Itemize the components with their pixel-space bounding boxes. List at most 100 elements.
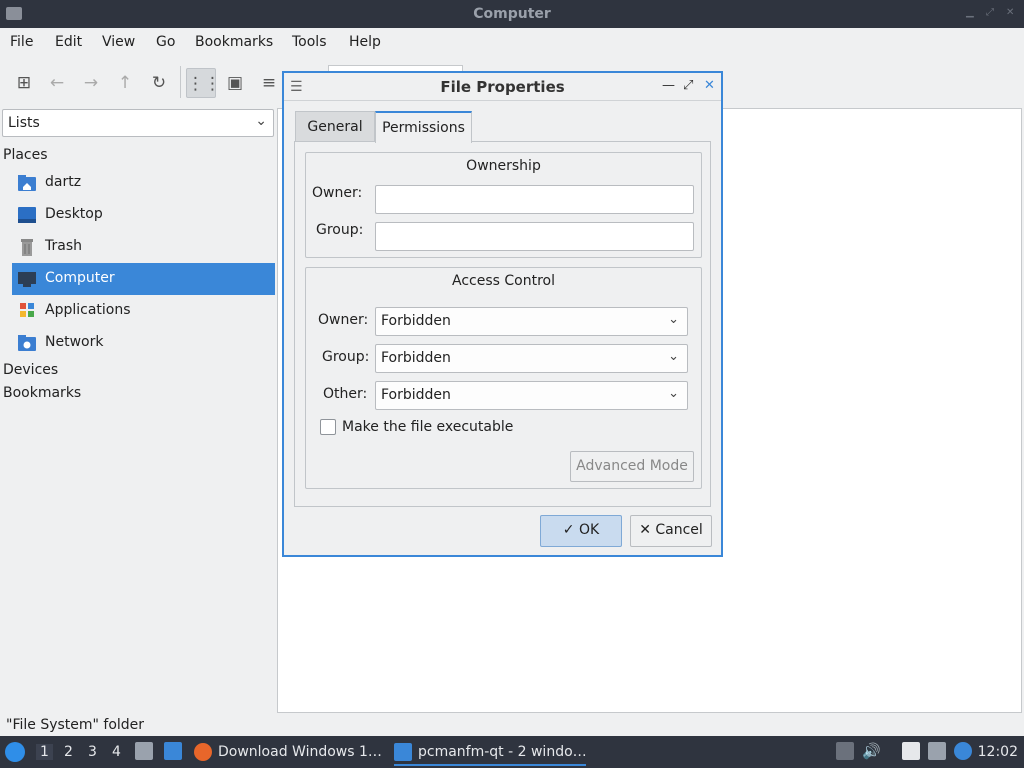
- start-menu-icon[interactable]: [5, 742, 25, 762]
- executable-label[interactable]: Make the file executable: [342, 419, 513, 435]
- menu-edit[interactable]: Edit: [55, 34, 82, 50]
- menu-view[interactable]: View: [102, 34, 135, 50]
- workspace-1[interactable]: 1: [36, 744, 53, 760]
- clock[interactable]: 12:02: [978, 744, 1018, 760]
- access-group-label: Group:: [322, 349, 370, 365]
- tab-permissions[interactable]: Permissions: [375, 111, 472, 143]
- workspace-4[interactable]: 4: [112, 744, 121, 760]
- list-view-icon[interactable]: ≡: [254, 68, 284, 98]
- ok-button[interactable]: ✓ OK: [540, 515, 622, 547]
- advanced-mode-button[interactable]: Advanced Mode: [570, 451, 694, 482]
- workspace-3[interactable]: 3: [88, 744, 97, 760]
- owner-access-select[interactable]: Forbidden ⌄: [375, 307, 688, 336]
- up-icon[interactable]: ↑: [110, 68, 140, 98]
- menu-tools[interactable]: Tools: [292, 34, 327, 50]
- devices-heading[interactable]: Devices: [3, 362, 58, 378]
- tray-eject-icon[interactable]: [836, 742, 854, 760]
- back-icon[interactable]: ←: [42, 68, 72, 98]
- icon-view-icon[interactable]: ⋮⋮: [186, 68, 221, 98]
- checkmark-icon: ✓: [562, 522, 575, 538]
- new-tab-icon[interactable]: ⊞: [9, 68, 39, 98]
- tab-general[interactable]: General: [295, 111, 375, 142]
- group-label: Group:: [316, 222, 364, 238]
- close-icon[interactable]: ✕: [1006, 8, 1016, 18]
- owner-field[interactable]: [375, 185, 694, 214]
- status-text: "File System" folder: [6, 717, 145, 733]
- sidebar-item-computer[interactable]: Computer: [12, 263, 275, 295]
- clipboard-icon[interactable]: [902, 742, 920, 760]
- permissions-panel: Ownership Owner: Group: Access Control O…: [294, 141, 711, 507]
- notification-icon[interactable]: [954, 742, 972, 760]
- workspace-2[interactable]: 2: [64, 744, 73, 760]
- desktop-icon: [18, 207, 36, 223]
- file-manager-launcher-icon[interactable]: [135, 742, 153, 760]
- sidebar-item-trash[interactable]: Trash: [12, 231, 275, 263]
- cancel-label: Cancel: [655, 522, 703, 538]
- task-pcmanfm[interactable]: pcmanfm-qt - 2 windo…: [394, 738, 587, 766]
- close-icon[interactable]: ✕: [704, 78, 715, 93]
- menu-bookmarks[interactable]: Bookmarks: [195, 34, 273, 50]
- menu-help[interactable]: Help: [349, 34, 381, 50]
- owner-label: Owner:: [312, 185, 363, 201]
- main-titlebar: Computer ▁ ⤢ ✕: [0, 0, 1024, 28]
- sidebar-item-label: dartz: [45, 174, 82, 190]
- applications-icon: [20, 303, 34, 317]
- ownership-title: Ownership: [466, 158, 541, 174]
- sidebar-item-label: Computer: [45, 270, 115, 286]
- cancel-button[interactable]: ✕ Cancel: [630, 515, 712, 547]
- group-access-select[interactable]: Forbidden ⌄: [375, 344, 688, 373]
- chevron-down-icon: ⌄: [668, 386, 679, 401]
- access-control-title: Access Control: [452, 273, 555, 289]
- sidebar-item-applications[interactable]: Applications: [12, 295, 275, 327]
- menu-file[interactable]: File: [10, 34, 33, 50]
- minimize-icon[interactable]: —: [662, 78, 675, 93]
- sidebar-item-label: Desktop: [45, 206, 103, 222]
- maximize-icon[interactable]: ⤢: [683, 78, 693, 93]
- group-field[interactable]: [375, 222, 694, 251]
- home-folder-icon: [18, 175, 36, 191]
- reload-icon[interactable]: ↻: [144, 68, 174, 98]
- chevron-down-icon: ⌄: [255, 113, 267, 129]
- sidebar-item-desktop[interactable]: Desktop: [12, 199, 275, 231]
- volume-icon[interactable]: 🔊: [862, 742, 881, 760]
- thumbnail-view-icon[interactable]: ▣: [220, 68, 250, 98]
- computer-icon: [18, 272, 36, 287]
- executable-checkbox[interactable]: [320, 419, 336, 435]
- taskbar: 1 2 3 4 Download Windows 1… pcmanfm-qt -…: [0, 736, 1024, 768]
- network-status-icon[interactable]: [928, 742, 946, 760]
- minimize-icon[interactable]: ▁: [966, 8, 976, 18]
- task-label: Download Windows 1…: [218, 744, 382, 760]
- sidebar-item-label: Applications: [45, 302, 131, 318]
- file-properties-dialog: ☰ File Properties — ⤢ ✕ General Permissi…: [282, 71, 723, 557]
- sidebar-item-dartz[interactable]: dartz: [12, 167, 275, 199]
- sidebar-item-network[interactable]: Network: [12, 327, 275, 359]
- ownership-group: Ownership Owner: Group:: [305, 152, 702, 258]
- forward-icon[interactable]: →: [76, 68, 106, 98]
- access-owner-label: Owner:: [318, 312, 369, 328]
- trash-icon: [21, 239, 33, 256]
- toolbar-separator: [180, 66, 181, 98]
- access-control-group: Access Control Owner: Forbidden ⌄ Group:…: [305, 267, 702, 489]
- other-access-select[interactable]: Forbidden ⌄: [375, 381, 688, 410]
- sidebar-mode-combo[interactable]: Lists ⌄: [2, 109, 274, 137]
- menu-go[interactable]: Go: [156, 34, 175, 50]
- cancel-x-icon: ✕: [639, 522, 651, 538]
- maximize-icon[interactable]: ⤢: [986, 8, 996, 18]
- bookmarks-heading[interactable]: Bookmarks: [3, 385, 81, 401]
- sidebar-item-label: Trash: [45, 238, 82, 254]
- dialog-titlebar: ☰ File Properties — ⤢ ✕: [284, 73, 721, 101]
- folder-icon: [394, 743, 412, 761]
- task-firefox[interactable]: Download Windows 1…: [194, 738, 384, 766]
- other-access-value: Forbidden: [381, 387, 451, 403]
- menubar: File Edit View Go Bookmarks Tools Help: [0, 28, 1024, 58]
- sidebar-item-label: Network: [45, 334, 104, 350]
- desktop-launcher-icon[interactable]: [164, 742, 182, 760]
- window-title: Computer: [473, 6, 551, 22]
- network-icon: [18, 335, 36, 351]
- places-heading[interactable]: Places: [3, 147, 48, 163]
- firefox-icon: [194, 743, 212, 761]
- owner-access-value: Forbidden: [381, 313, 451, 329]
- chevron-down-icon: ⌄: [668, 349, 679, 364]
- chevron-down-icon: ⌄: [668, 312, 679, 327]
- access-other-label: Other:: [323, 386, 368, 402]
